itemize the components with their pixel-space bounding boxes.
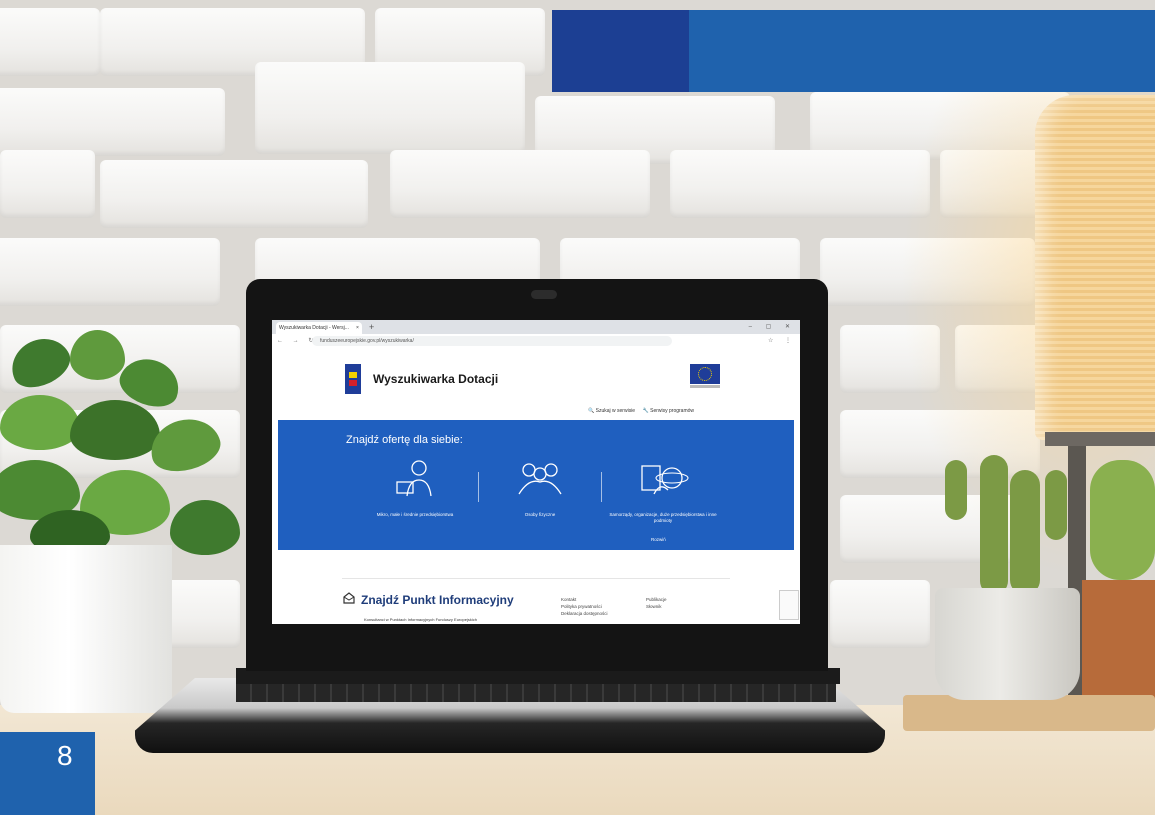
succulent (1090, 460, 1155, 580)
footer-link[interactable]: Słownik (646, 603, 667, 610)
laptop-keyboard (236, 684, 836, 702)
divider (478, 472, 479, 502)
browser-tabbar: Wyszukiwarka Dotacji - Wersj... × + – ▢ … (272, 320, 800, 334)
footer-link[interactable]: Polityka prywatności (561, 603, 608, 610)
brick (670, 150, 930, 218)
top-link-programs[interactable]: Serwisy programów (650, 408, 694, 414)
window-controls-icon[interactable]: – ▢ ✕ (749, 321, 796, 333)
right-pot (935, 588, 1080, 700)
offer-banner: Znajdź ofertę dla siebie: Mikro, małe i … (278, 420, 794, 550)
url-field[interactable]: funduszeeuropejskie.gov.pl/wyszukiwarka/ (312, 336, 672, 346)
more-link[interactable]: Rozwiń (651, 537, 666, 542)
brick (100, 160, 368, 228)
category-label: Samorządy, organizacje, duże przedsiębio… (609, 512, 717, 523)
mail-icon (343, 592, 355, 604)
category-institutions[interactable]: Samorządy, organizacje, duże przedsiębio… (608, 458, 718, 524)
divider (601, 472, 602, 502)
top-links: 🔍 Szukaj w serwisie 🔧 Serwisy programów (588, 408, 694, 414)
category-label: Osoby fizyczne (524, 512, 556, 517)
close-tab-icon[interactable]: × (356, 322, 359, 334)
brick (0, 238, 220, 306)
entrepreneur-icon (396, 460, 432, 497)
browser-tab[interactable]: Wyszukiwarka Dotacji - Wersj... × (276, 322, 362, 334)
wrench-icon: 🔧 (642, 408, 649, 414)
footer-col-1: Kontakt Polityka prywatności Deklaracja … (561, 596, 608, 617)
photo-scene: Wyszukiwarka Dotacji - Wersj... × + – ▢ … (0, 0, 1155, 815)
people-icon (518, 463, 562, 495)
webcam (531, 290, 557, 299)
extensions-icon[interactable]: ☆ ⋮ (768, 336, 796, 346)
footer-link[interactable]: Kontakt (561, 596, 608, 603)
brick (0, 150, 95, 218)
side-badge-icon[interactable] (779, 590, 799, 620)
eu-flag-caption (690, 385, 720, 388)
site-header: Wyszukiwarka Dotacji 🔍 Szukaj w serwisie… (272, 348, 800, 420)
brick (255, 62, 525, 154)
wooden-tray (903, 695, 1155, 731)
lamp-shade (1035, 95, 1155, 440)
brick (390, 150, 650, 218)
new-tab-icon[interactable]: + (369, 321, 374, 333)
search-icon[interactable]: 🔍 (588, 408, 594, 414)
info-point-subtitle: Konsultanci w Punktach Informacyjnych Fu… (364, 617, 477, 622)
site-title[interactable]: Wyszukiwarka Dotacji (373, 372, 498, 386)
banner-title: Znajdź ofertę dla siebie: (346, 434, 463, 446)
brick (0, 8, 100, 76)
page-number: 8 (57, 740, 73, 771)
accent-block (689, 10, 1155, 92)
info-point-title[interactable]: Znajdź Punkt Informacyjny (361, 593, 514, 607)
eu-flag-icon (690, 364, 720, 384)
page-number-badge: 8 (0, 732, 95, 815)
fe-logo-icon (345, 364, 361, 394)
brick (830, 580, 930, 648)
footer-link[interactable]: Publikacje (646, 596, 667, 603)
top-link-search[interactable]: Szukaj w serwisie (596, 408, 635, 414)
section-divider (342, 578, 730, 579)
footer-col-2: Publikacje Słownik (646, 596, 667, 610)
accent-block-dark (552, 10, 689, 92)
tab-title: Wyszukiwarka Dotacji - Wersj... (279, 325, 349, 331)
terracotta-pot (1082, 580, 1155, 700)
brick (0, 88, 225, 156)
address-bar-row: ← → ↻ funduszeeuropejskie.gov.pl/wyszuki… (272, 334, 800, 349)
cactus (980, 455, 1008, 595)
footer-link[interactable]: Deklaracja dostępności (561, 610, 608, 617)
category-individuals[interactable]: Osoby fizyczne (485, 458, 595, 518)
cactus (945, 460, 967, 520)
laptop-screen: Wyszukiwarka Dotacji - Wersj... × + – ▢ … (272, 320, 800, 624)
cactus (1045, 470, 1067, 540)
left-pot (0, 545, 172, 713)
lamp-base (1045, 432, 1155, 446)
cactus (1010, 470, 1040, 595)
category-label: Mikro, małe i średnie przedsiębiorstwa (376, 512, 454, 517)
institutions-icon (641, 465, 689, 495)
category-sme[interactable]: Mikro, małe i średnie przedsiębiorstwa (360, 458, 470, 518)
